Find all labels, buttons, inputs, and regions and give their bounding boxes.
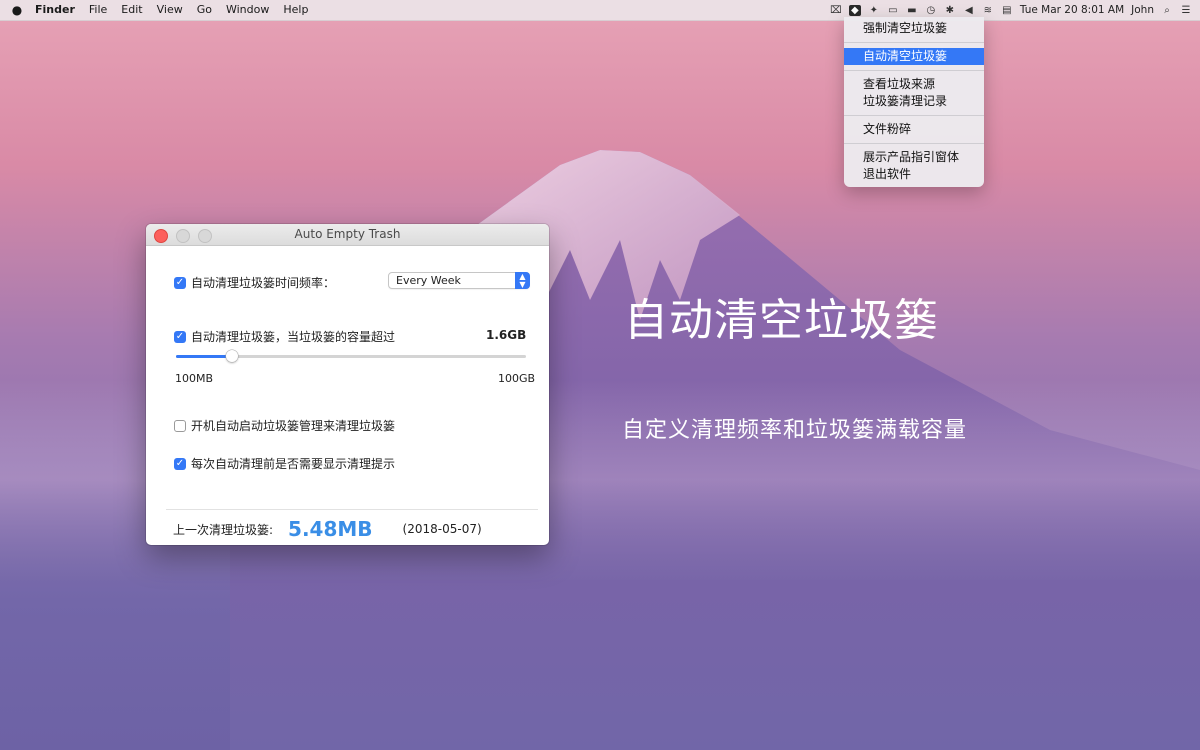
- capacity-value: 1.6GB: [486, 328, 527, 342]
- trash-icon[interactable]: ⌧: [830, 5, 842, 16]
- menu-edit[interactable]: Edit: [114, 0, 149, 20]
- promo-title: 自动清空垃圾篓: [624, 295, 939, 346]
- capacity-row: ✓ 自动清理垃圾篓，当垃圾篓的容量超过: [174, 328, 395, 345]
- time-machine-icon[interactable]: ◷: [925, 5, 937, 16]
- last-clean-date: (2018-05-07): [402, 522, 482, 536]
- menu-separator: [844, 115, 984, 116]
- menu-view[interactable]: View: [150, 0, 190, 20]
- last-clean-row: 上一次清理垃圾篓: 5.48MB (2018-05-07): [173, 517, 482, 541]
- frequency-select[interactable]: Every Week ▲ ▼: [388, 272, 530, 289]
- menu-separator: [844, 42, 984, 43]
- menu-item-shred-file[interactable]: 文件粉碎: [844, 121, 984, 138]
- divider: [166, 509, 538, 510]
- menu-window[interactable]: Window: [219, 0, 276, 20]
- promo-subtitle: 自定义清理频率和垃圾篓满载容量: [622, 418, 968, 443]
- startup-label: 开机自动启动垃圾篓管理来清理垃圾篓: [191, 419, 396, 433]
- menu-finder[interactable]: Finder: [28, 0, 82, 20]
- prompt-label: 每次自动清理前是否需要显示清理提示: [191, 457, 396, 471]
- last-clean-size: 5.48MB: [288, 517, 373, 541]
- user-name[interactable]: John: [1131, 4, 1154, 16]
- close-button[interactable]: [154, 229, 168, 243]
- slider-min-label: 100MB: [175, 372, 214, 385]
- slider-fill: [176, 355, 232, 358]
- frequency-checkbox[interactable]: ✓: [174, 276, 186, 289]
- frequency-label: 自动清理垃圾篓时间频率：: [191, 276, 336, 290]
- prompt-row: ✓ 每次自动清理前是否需要显示清理提示: [174, 455, 395, 472]
- menu-file[interactable]: File: [82, 0, 114, 20]
- flag-icon[interactable]: ▤: [1001, 5, 1013, 16]
- menu-separator: [844, 70, 984, 71]
- menu-go[interactable]: Go: [190, 0, 219, 20]
- auto-empty-trash-icon[interactable]: ◆: [848, 4, 861, 16]
- menu-item-view-source[interactable]: 查看垃圾来源: [844, 76, 984, 93]
- airplay-icon[interactable]: ▭: [887, 5, 899, 16]
- menu-item-auto-empty[interactable]: 自动清空垃圾篓: [844, 48, 984, 65]
- wifi-icon[interactable]: ≋: [982, 5, 994, 16]
- dropbox-icon[interactable]: ✦: [868, 5, 880, 16]
- minimize-button[interactable]: [176, 229, 190, 243]
- chevron-updown-icon: ▲ ▼: [515, 272, 530, 289]
- notification-center-icon[interactable]: ☰: [1180, 5, 1192, 16]
- startup-row: 开机自动启动垃圾篓管理来清理垃圾篓: [174, 417, 395, 434]
- slider-knob[interactable]: [226, 350, 238, 362]
- window-title: Auto Empty Trash: [294, 227, 401, 241]
- menu-item-quit[interactable]: 退出软件: [844, 166, 984, 183]
- spotlight-search-icon[interactable]: ⌕: [1161, 5, 1173, 16]
- clock[interactable]: Tue Mar 20 8:01 AM: [1020, 4, 1124, 16]
- window-titlebar[interactable]: Auto Empty Trash: [146, 224, 549, 246]
- menu-item-product-guide[interactable]: 展示产品指引窗体: [844, 149, 984, 166]
- frequency-value: Every Week: [396, 274, 461, 287]
- bluetooth-icon[interactable]: ✱: [944, 5, 956, 16]
- slider-max-label: 100GB: [498, 372, 536, 385]
- capacity-label: 自动清理垃圾篓，当垃圾篓的容量超过: [191, 330, 396, 344]
- startup-checkbox[interactable]: [174, 419, 186, 432]
- zoom-button[interactable]: [198, 229, 212, 243]
- menu-help[interactable]: Help: [276, 0, 315, 20]
- auto-empty-trash-window: Auto Empty Trash ✓ 自动清理垃圾篓时间频率： Every We…: [146, 224, 549, 545]
- volume-icon[interactable]: ◀: [963, 5, 975, 16]
- capacity-checkbox[interactable]: ✓: [174, 330, 186, 343]
- menu-separator: [844, 143, 984, 144]
- display-icon[interactable]: ▬: [906, 5, 918, 16]
- prompt-checkbox[interactable]: ✓: [174, 457, 186, 470]
- frequency-row: ✓ 自动清理垃圾篓时间频率：: [174, 274, 335, 291]
- last-clean-label: 上一次清理垃圾篓:: [173, 522, 274, 537]
- menu-bar: ● Finder File Edit View Go Window Help ⌧…: [0, 0, 1200, 21]
- capacity-slider[interactable]: [176, 350, 526, 362]
- menu-item-clean-history[interactable]: 垃圾篓清理记录: [844, 93, 984, 110]
- menu-item-force-empty[interactable]: 强制清空垃圾篓: [844, 20, 984, 37]
- status-menu: 强制清空垃圾篓 自动清空垃圾篓 查看垃圾来源 垃圾篓清理记录 文件粉碎 展示产品…: [844, 17, 984, 187]
- apple-icon[interactable]: ●: [6, 3, 28, 17]
